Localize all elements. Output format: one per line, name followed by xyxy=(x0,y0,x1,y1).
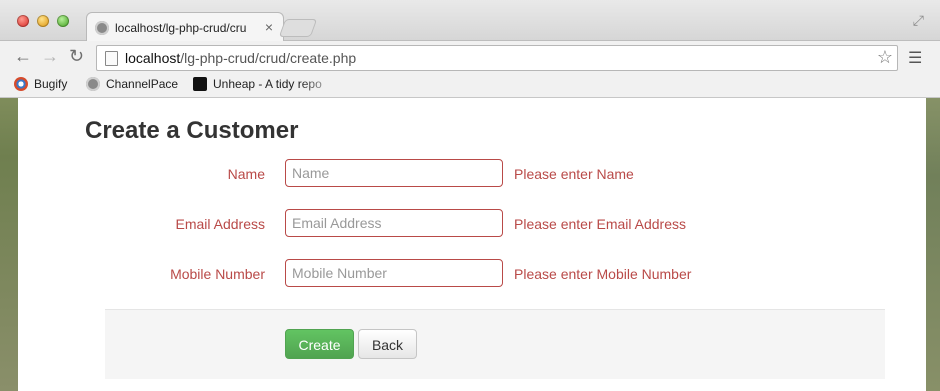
name-error: Please enter Name xyxy=(514,166,634,182)
back-button[interactable]: Back xyxy=(358,329,417,359)
url-host: localhost xyxy=(125,50,181,66)
fullscreen-icon[interactable]: ⤢ xyxy=(913,12,924,29)
page-content: Create a Customer Name Please enter Name… xyxy=(18,98,926,391)
mobile-input[interactable] xyxy=(285,259,503,287)
bookmarks-fade xyxy=(300,73,340,97)
page-icon xyxy=(105,51,118,66)
bookmark-label: Bugify xyxy=(34,77,68,91)
bugify-icon xyxy=(14,77,28,91)
bookmarks-bar: Bugify ChannelPace Unheap - A tidy repo xyxy=(0,73,940,98)
tab-title: localhost/lg-php-crud/cru xyxy=(115,21,247,35)
mobile-label: Mobile Number xyxy=(170,266,265,282)
create-button[interactable]: Create xyxy=(285,329,354,359)
bookmark-channelpace[interactable]: ChannelPace xyxy=(86,77,178,93)
tab-active[interactable]: localhost/lg-php-crud/cru × xyxy=(86,12,284,41)
mobile-form-row: Mobile Number Please enter Mobile Number xyxy=(18,259,926,289)
menu-icon[interactable]: ☰ xyxy=(908,48,922,68)
new-tab-button[interactable] xyxy=(278,19,318,37)
name-label: Name xyxy=(227,166,265,182)
bookmark-label: ChannelPace xyxy=(106,77,179,91)
page-title: Create a Customer xyxy=(85,117,299,144)
mobile-error: Please enter Mobile Number xyxy=(514,266,692,282)
email-label: Email Address xyxy=(175,216,265,232)
window-maximize-button[interactable] xyxy=(57,15,69,27)
name-form-row: Name Please enter Name xyxy=(18,159,926,189)
address-bar[interactable]: localhost/lg-php-crud/crud/create.php ☆ xyxy=(96,45,898,71)
browser-toolbar: ← → ↻ localhost/lg-php-crud/crud/create.… xyxy=(0,41,940,73)
url-path: /lg-php-crud/crud/create.php xyxy=(180,50,357,66)
globe-icon xyxy=(95,21,109,35)
name-input[interactable] xyxy=(285,159,503,187)
reload-icon[interactable]: ↻ xyxy=(69,47,84,65)
email-input[interactable] xyxy=(285,209,503,237)
url-text: localhost/lg-php-crud/crud/create.php xyxy=(125,50,356,66)
globe-icon xyxy=(86,77,100,91)
form-actions: Create Back xyxy=(105,309,885,379)
tab-close-icon[interactable]: × xyxy=(265,19,273,35)
title-bar: localhost/lg-php-crud/cru × ⤢ xyxy=(0,0,940,41)
back-arrow-icon[interactable]: ← xyxy=(14,47,32,65)
email-error: Please enter Email Address xyxy=(514,216,686,232)
email-form-row: Email Address Please enter Email Address xyxy=(18,209,926,239)
forward-arrow-icon[interactable]: → xyxy=(41,47,59,65)
browser-window: localhost/lg-php-crud/cru × ⤢ ← → ↻ loca… xyxy=(0,0,940,391)
window-close-button[interactable] xyxy=(17,15,29,27)
unheap-icon xyxy=(193,77,207,91)
window-minimize-button[interactable] xyxy=(37,15,49,27)
bookmark-bugify[interactable]: Bugify xyxy=(14,77,67,93)
bookmark-star-icon[interactable]: ☆ xyxy=(877,47,893,68)
